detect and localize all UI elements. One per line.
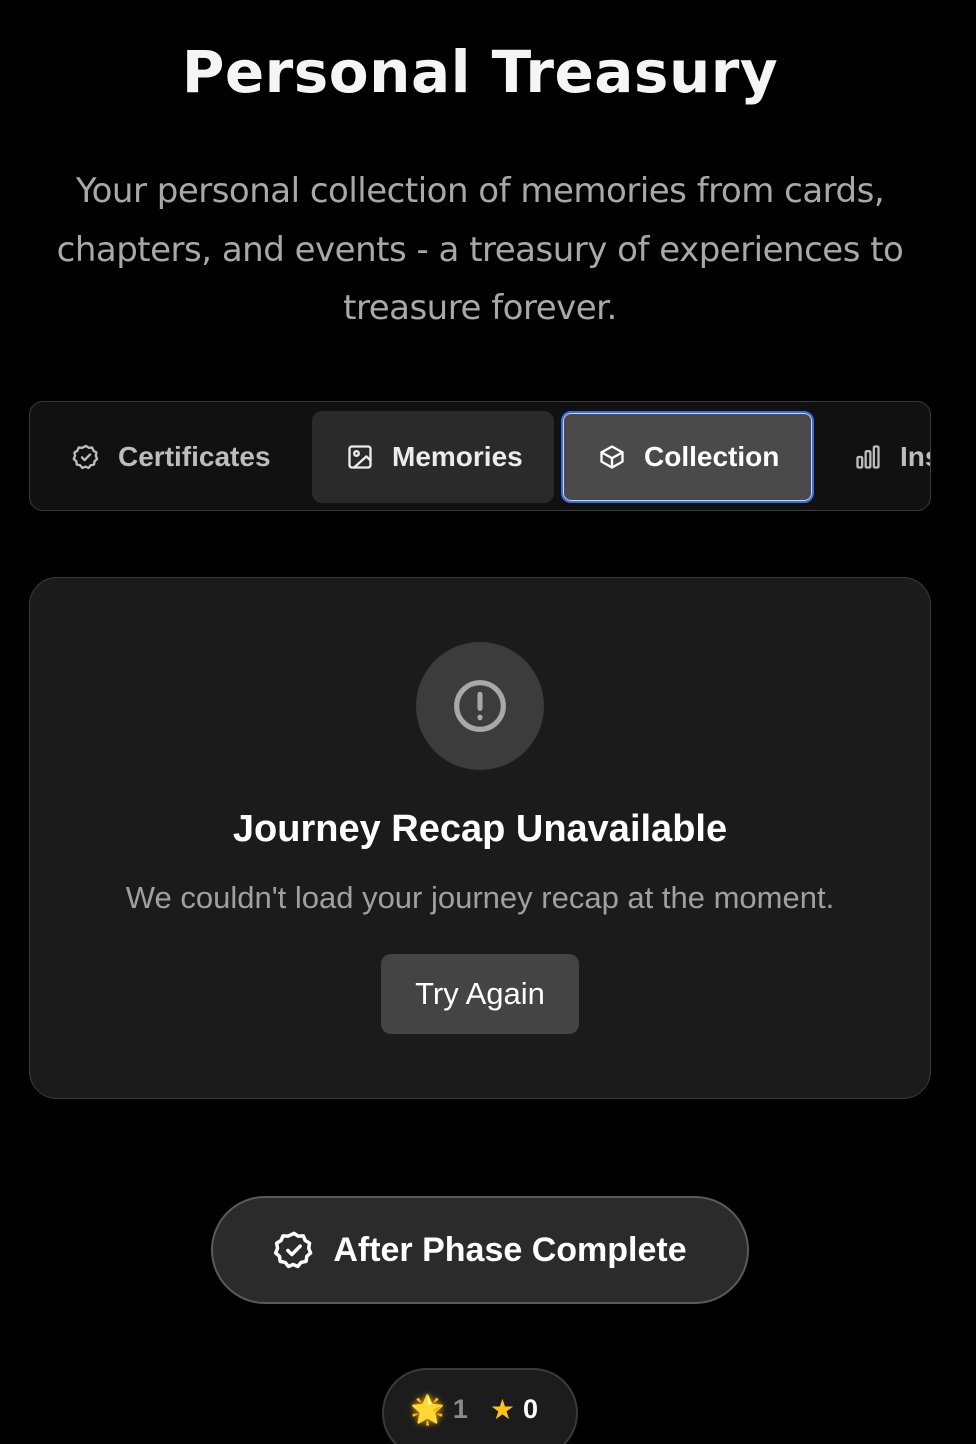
error-card: Journey Recap Unavailable We couldn't lo… xyxy=(29,577,931,1099)
alert-circle-icon xyxy=(454,680,506,732)
page-title: Personal Treasury xyxy=(181,38,779,106)
alert-badge xyxy=(416,642,544,770)
star-counters: 🌟 1 ★ 0 xyxy=(382,1368,578,1444)
tab-bar: Certificates Memories Collection In xyxy=(29,401,931,511)
tab-label: Certificates xyxy=(118,441,271,472)
image-icon xyxy=(348,445,372,469)
tab-insights[interactable]: Insights xyxy=(826,411,930,503)
badge-check-icon xyxy=(274,1231,313,1269)
phase-button-label: After Phase Complete xyxy=(333,1230,687,1269)
page-subtitle: Your personal collection of memories fro… xyxy=(56,171,904,328)
glowing-star-counter: 🌟 1 xyxy=(410,1394,468,1425)
tab-certificates[interactable]: Certificates xyxy=(44,411,308,503)
glowing-star-icon: 🌟 xyxy=(410,1393,445,1425)
tab-label: Insights xyxy=(900,441,930,472)
treasury-page: Personal Treasury Your personal collecti… xyxy=(0,0,976,1444)
badge-check-icon xyxy=(72,444,99,470)
star-counter: ★ 0 xyxy=(490,1394,538,1425)
try-again-button[interactable]: Try Again xyxy=(381,954,579,1034)
tab-memories[interactable]: Memories xyxy=(312,411,554,503)
star-count: 0 xyxy=(523,1394,539,1424)
tab-collection[interactable]: Collection xyxy=(561,411,814,503)
box-icon xyxy=(600,445,624,469)
error-message: We couldn't load your journey recap at t… xyxy=(125,880,835,915)
glowing-star-count: 1 xyxy=(452,1394,468,1424)
bar-chart-icon xyxy=(856,445,880,469)
star-icon: ★ xyxy=(489,1393,516,1425)
tab-label: Memories xyxy=(392,441,523,472)
tab-label: Collection xyxy=(644,441,780,472)
error-title: Journey Recap Unavailable xyxy=(232,808,728,850)
after-phase-complete-button[interactable]: After Phase Complete xyxy=(211,1196,749,1304)
